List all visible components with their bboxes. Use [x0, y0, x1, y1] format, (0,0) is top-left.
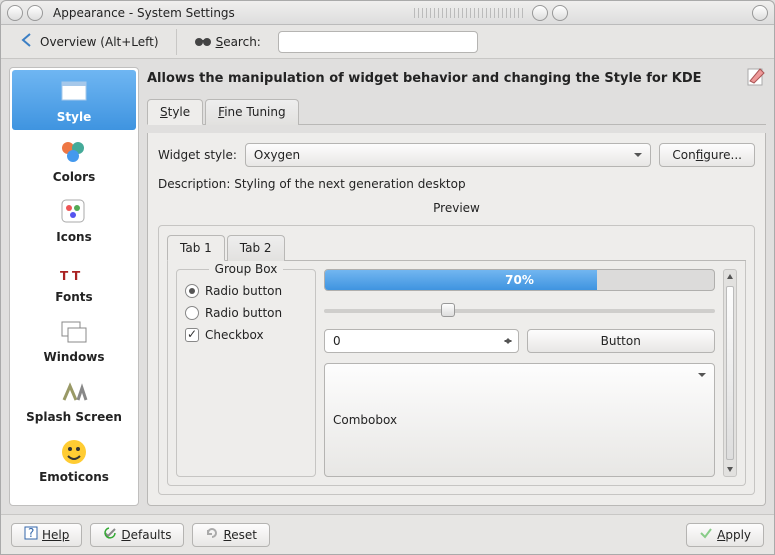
- checkbox-icon: [185, 328, 199, 342]
- notepad-icon: [746, 67, 766, 90]
- combobox-value: Combobox: [333, 413, 397, 427]
- maximize-icon[interactable]: [552, 5, 568, 21]
- sidebar-item-style[interactable]: Style: [12, 70, 136, 130]
- preview-slider[interactable]: [324, 301, 715, 319]
- preview-tab-2[interactable]: Tab 2: [227, 235, 285, 261]
- window-pin-icon[interactable]: [27, 5, 43, 21]
- help-icon: ?: [24, 526, 38, 543]
- sidebar-item-label: Colors: [53, 170, 95, 184]
- binoculars-icon: [194, 32, 212, 51]
- sidebar-item-colors[interactable]: Colors: [12, 130, 136, 190]
- icons-icon: [58, 196, 90, 228]
- preview-spinbox[interactable]: 0: [324, 329, 519, 353]
- checkbox-label: Checkbox: [205, 328, 264, 342]
- overview-label: Overview (Alt+Left): [40, 35, 159, 49]
- svg-text:T: T: [72, 269, 81, 283]
- preview-progressbar: 70%: [324, 269, 715, 291]
- scroll-down-icon[interactable]: [724, 462, 736, 476]
- search-input[interactable]: [278, 31, 478, 53]
- radio-icon: [185, 306, 199, 320]
- splash-icon: [58, 376, 90, 408]
- widget-style-label: Widget style:: [158, 148, 237, 162]
- fonts-icon: TT: [58, 256, 90, 288]
- style-pane: Widget style: Oxygen Configure... Descri…: [147, 133, 766, 506]
- titlebar: Appearance - System Settings: [1, 1, 774, 25]
- search-label-group: Search:: [185, 27, 270, 56]
- overview-button[interactable]: Overview (Alt+Left): [11, 27, 168, 56]
- colors-icon: [58, 136, 90, 168]
- help-label: Help: [42, 528, 69, 542]
- search-label: Search:: [216, 35, 261, 49]
- widget-style-value: Oxygen: [254, 148, 300, 162]
- description-label: Description: Styling of the next generat…: [158, 177, 466, 191]
- radio-label: Radio button: [205, 284, 282, 298]
- slider-track: [324, 309, 715, 313]
- preview-combobox[interactable]: Combobox: [324, 363, 715, 477]
- page-header: Allows the manipulation of widget behavi…: [147, 67, 766, 90]
- radio-label: Radio button: [205, 306, 282, 320]
- titlebar-grip: [414, 8, 524, 18]
- preview-tab-1[interactable]: Tab 1: [167, 235, 225, 261]
- scroll-thumb[interactable]: [726, 286, 734, 460]
- window-menu-icon[interactable]: [7, 5, 23, 21]
- configure-button[interactable]: Configure...: [659, 143, 755, 167]
- sidebar-item-label: Fonts: [55, 290, 92, 304]
- window-title: Appearance - System Settings: [53, 6, 235, 20]
- svg-text:?: ?: [28, 526, 34, 540]
- style-icon: [58, 76, 90, 108]
- help-button[interactable]: ? Help: [11, 523, 82, 547]
- preview-frame: Tab 1 Tab 2 Group Box Radio button: [158, 225, 755, 495]
- apply-icon: [699, 526, 713, 543]
- reset-icon: [205, 526, 219, 543]
- svg-text:T: T: [60, 269, 69, 283]
- toolbar-separator: [176, 29, 177, 55]
- button-label: Button: [601, 334, 641, 348]
- tab-style[interactable]: Style: [147, 99, 203, 125]
- preview-radio-1[interactable]: Radio button: [185, 284, 307, 298]
- preview-groupbox: Group Box Radio button Radio button: [176, 269, 316, 477]
- sidebar-item-icons[interactable]: Icons: [12, 190, 136, 250]
- sidebar-item-splash[interactable]: Splash Screen: [12, 370, 136, 430]
- sidebar-item-windows[interactable]: Windows: [12, 310, 136, 370]
- preview-tabs: Tab 1 Tab 2: [167, 234, 746, 261]
- scroll-up-icon[interactable]: [724, 270, 736, 284]
- preview-label: Preview: [158, 201, 755, 215]
- sidebar-item-label: Style: [57, 110, 91, 124]
- minimize-icon[interactable]: [532, 5, 548, 21]
- sidebar-item-label: Windows: [44, 350, 105, 364]
- defaults-button[interactable]: Defaults: [90, 523, 184, 547]
- preview-radio-2[interactable]: Radio button: [185, 306, 307, 320]
- sidebar-item-label: Splash Screen: [26, 410, 122, 424]
- groupbox-title: Group Box: [209, 262, 284, 276]
- sidebar-item-label: Icons: [56, 230, 92, 244]
- close-icon[interactable]: [752, 5, 768, 21]
- windows-icon: [58, 316, 90, 348]
- sidebar: Style Colors Icons TT Fonts Windows Spla…: [9, 67, 139, 506]
- reset-button: Reset: [192, 523, 270, 547]
- progress-label: 70%: [325, 270, 714, 290]
- sidebar-item-emoticons[interactable]: Emoticons: [12, 430, 136, 490]
- preview-scrollbar[interactable]: [723, 269, 737, 477]
- sidebar-item-fonts[interactable]: TT Fonts: [12, 250, 136, 310]
- emoticons-icon: [58, 436, 90, 468]
- radio-icon: [185, 284, 199, 298]
- preview-button[interactable]: Button: [527, 329, 716, 353]
- main-tabs: Style Fine Tuning: [147, 98, 766, 125]
- page-title: Allows the manipulation of widget behavi…: [147, 71, 738, 86]
- defaults-icon: [103, 526, 117, 543]
- preview-checkbox[interactable]: Checkbox: [185, 328, 307, 342]
- back-arrow-icon: [20, 32, 36, 51]
- apply-button: Apply: [686, 523, 764, 547]
- defaults-label: Defaults: [121, 528, 171, 542]
- sidebar-item-label: Emoticons: [39, 470, 109, 484]
- slider-thumb[interactable]: [441, 303, 455, 317]
- footer: ? Help Defaults Reset Apply: [1, 514, 774, 554]
- reset-label: Reset: [223, 528, 257, 542]
- spinbox-value: 0: [333, 334, 341, 348]
- configure-label: Configure...: [672, 148, 742, 162]
- tab-fine-tuning[interactable]: Fine Tuning: [205, 99, 298, 125]
- apply-label: Apply: [717, 528, 751, 542]
- toolbar: Overview (Alt+Left) Search:: [1, 25, 774, 59]
- widget-style-combo[interactable]: Oxygen: [245, 143, 652, 167]
